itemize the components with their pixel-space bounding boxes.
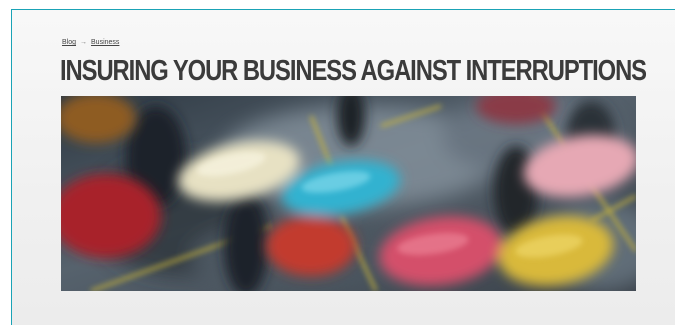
breadcrumb-link-blog[interactable]: Blog — [62, 39, 76, 46]
breadcrumb: Blog → Business — [62, 39, 119, 46]
hero-umbrellas-illustration — [61, 96, 636, 291]
breadcrumb-separator: → — [80, 39, 88, 46]
content-frame: Blog → Business INSURING YOUR BUSINESS A… — [11, 9, 675, 325]
hero-image — [61, 96, 636, 291]
breadcrumb-link-business[interactable]: Business — [91, 39, 119, 46]
page-title: INSURING YOUR BUSINESS AGAINST INTERRUPT… — [60, 55, 647, 87]
